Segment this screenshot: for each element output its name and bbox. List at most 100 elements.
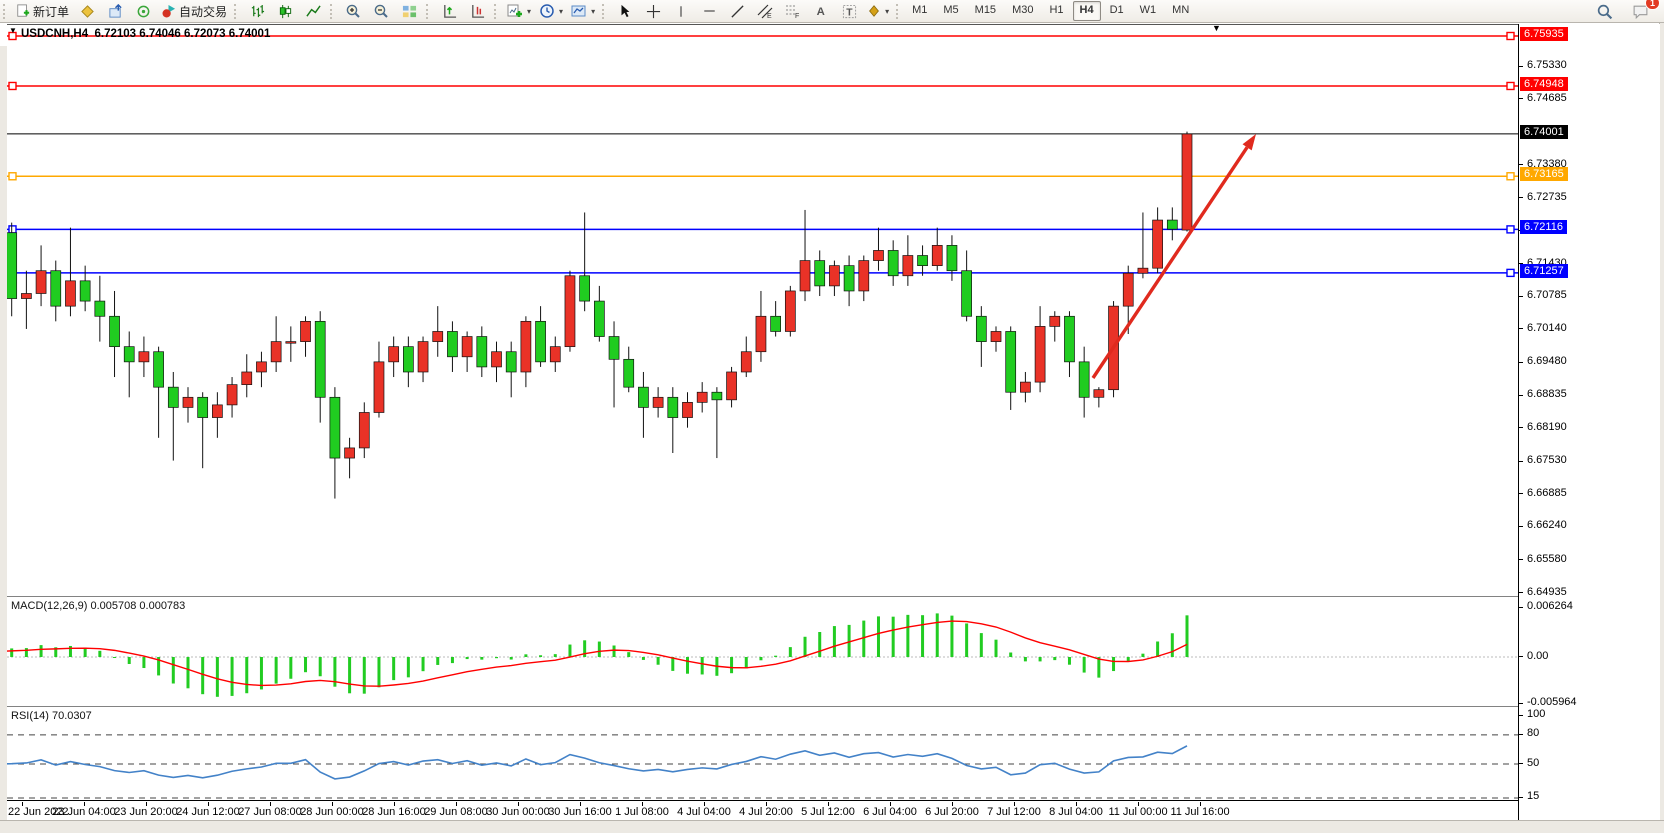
macd-bar [671,657,674,671]
macd-bar [818,632,821,657]
timeframe-m1[interactable]: M1 [905,1,934,21]
macd-bar [422,657,425,671]
timeframe-m5[interactable]: M5 [936,1,965,21]
crosshair-tool-button[interactable] [639,0,667,22]
toolbar-grip[interactable] [494,4,499,19]
toolbar-grip[interactable] [3,4,8,19]
candle [447,331,457,356]
trend-arrow[interactable] [1093,134,1256,378]
period-button[interactable]: ▾ [535,0,567,22]
timeframe-m15[interactable]: M15 [968,1,1003,21]
timeframe-mn[interactable]: MN [1165,1,1196,21]
chart-canvas[interactable]: ▼ ▼ USDCNH,H4 6.72103 6.74046 6.72073 6.… [7,24,1518,821]
macd-bar [128,657,131,664]
equidistant-channel-icon: E [757,3,773,19]
candle [682,402,692,417]
candle [565,276,575,347]
candle [271,342,281,362]
toolbar-grip[interactable] [234,4,239,19]
dropdown-caret: ▾ [885,7,889,16]
last-bar-marker-icon: ▼ [1212,24,1221,33]
tile-windows-button[interactable] [395,0,423,22]
macd-bar [304,657,307,672]
new-chart-button[interactable]: ▾ [503,0,535,22]
toolbar-grip[interactable] [330,4,335,19]
horizontal-line-tool-button[interactable] [695,0,723,22]
bar-chart-mode-button[interactable] [243,0,271,22]
axis-tick [1519,797,1523,798]
price-tick-label: 6.66240 [1527,519,1567,531]
candle [492,352,502,367]
line-chart-icon [306,4,321,19]
toolbar-grip[interactable] [602,4,607,19]
macd-bar [745,657,748,668]
new-order-button[interactable]: 新订单 [12,0,73,22]
macd-bar [377,657,380,687]
channel-tool-button[interactable]: E [751,0,779,22]
candle [139,352,149,362]
main-chart-svg[interactable] [7,25,1518,821]
autotrade-button[interactable]: 自动交易 [157,0,231,22]
line-chart-mode-button[interactable] [299,0,327,22]
candle [462,337,472,357]
candle [888,250,898,275]
template-button[interactable]: ▾ [567,0,599,22]
price-axis[interactable]: 6.753306.746856.733806.727356.720906.714… [1518,24,1660,820]
axis-tick [1519,703,1523,704]
trendline-tool-button[interactable] [723,0,751,22]
zoom-in-button[interactable] [339,0,367,22]
macd-bar [554,654,557,657]
toolbar-grip[interactable] [426,4,431,19]
candle [741,352,751,372]
timeframe-h4[interactable]: H4 [1073,1,1101,21]
macd-bar [524,654,527,657]
time-label: 23 Jun 20:00 [114,806,178,818]
toolbar-grip[interactable] [896,4,901,19]
candle [800,261,810,291]
timeframe-w1[interactable]: W1 [1133,1,1164,21]
text-label-tool-button[interactable]: T [835,0,863,22]
dropdown-caret: ▾ [591,7,595,16]
time-axis[interactable]: 22 Jun 202223 Jun 04:0023 Jun 20:0024 Ju… [7,802,1518,820]
collapse-arrow-icon[interactable]: ▼ [9,26,17,35]
macd-bar [260,657,263,689]
candle [859,261,869,291]
panel-separator[interactable] [7,596,1518,600]
text-tool-button[interactable]: A [807,0,835,22]
candle [580,276,590,301]
timeframe-d1[interactable]: D1 [1103,1,1131,21]
hlines-layer[interactable] [7,33,1518,277]
timeframe-m30[interactable]: M30 [1005,1,1040,21]
macd-bar [436,657,439,665]
candle-chart-mode-button[interactable] [271,0,299,22]
horizontal-line-icon [702,5,717,17]
macd-bar [275,657,278,684]
macd-bar [98,651,101,657]
axis-tick [1519,296,1523,297]
clock-icon [539,3,555,19]
chat-button[interactable]: 1 [1626,0,1654,22]
panel-separator[interactable] [7,706,1518,710]
axis-tick [1519,734,1523,735]
chart-title: USDCNH,H4 6.72103 6.74046 6.72073 6.7400… [21,28,270,40]
cursor-tool-button[interactable] [611,0,639,22]
chart-shift-button[interactable] [463,0,491,22]
data-window-button[interactable] [101,0,129,22]
candles-layer[interactable] [7,132,1192,499]
macd-bar [1068,657,1071,665]
price-tick-label: 6.67530 [1527,454,1567,466]
vertical-line-tool-button[interactable] [667,0,695,22]
macd-bar [1186,615,1189,657]
strategy-tester-button[interactable] [129,0,157,22]
search-button[interactable] [1590,0,1618,22]
zoom-out-button[interactable] [367,0,395,22]
auto-arrange-button[interactable] [435,0,463,22]
timeframe-h1[interactable]: H1 [1042,1,1070,21]
macd-bar [877,616,880,657]
arrows-tool-button[interactable]: ▾ [863,0,893,22]
market-watch-button[interactable] [73,0,101,22]
candle [521,321,531,372]
fibonacci-tool-button[interactable]: F [779,0,807,22]
cursor-icon [618,4,632,18]
price-tick-label: 6.68190 [1527,421,1567,433]
